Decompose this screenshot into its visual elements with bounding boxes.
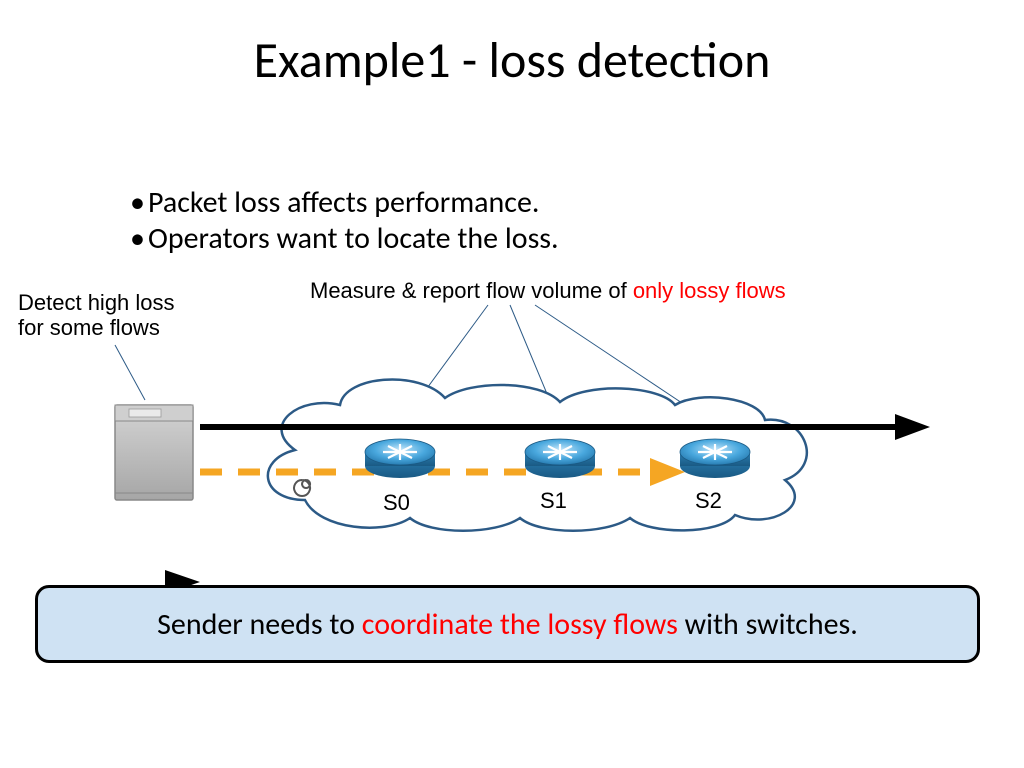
router-s1-icon	[525, 439, 595, 478]
switch-label-s0: S0	[383, 490, 410, 516]
callout-red: coordinate the lossy flows	[362, 606, 678, 643]
router-s0-icon	[365, 439, 435, 478]
slide: Example1 - loss detection Packet loss af…	[0, 0, 1024, 768]
server-icon	[115, 405, 193, 500]
callout-post: with switches.	[678, 606, 858, 643]
switch-label-s2: S2	[695, 488, 722, 514]
router-s2-icon	[680, 439, 750, 478]
switch-label-s1: S1	[540, 488, 567, 514]
callout-box: Sender needs to coordinate the lossy flo…	[35, 585, 980, 663]
callout-pre: Sender needs to	[157, 606, 362, 643]
